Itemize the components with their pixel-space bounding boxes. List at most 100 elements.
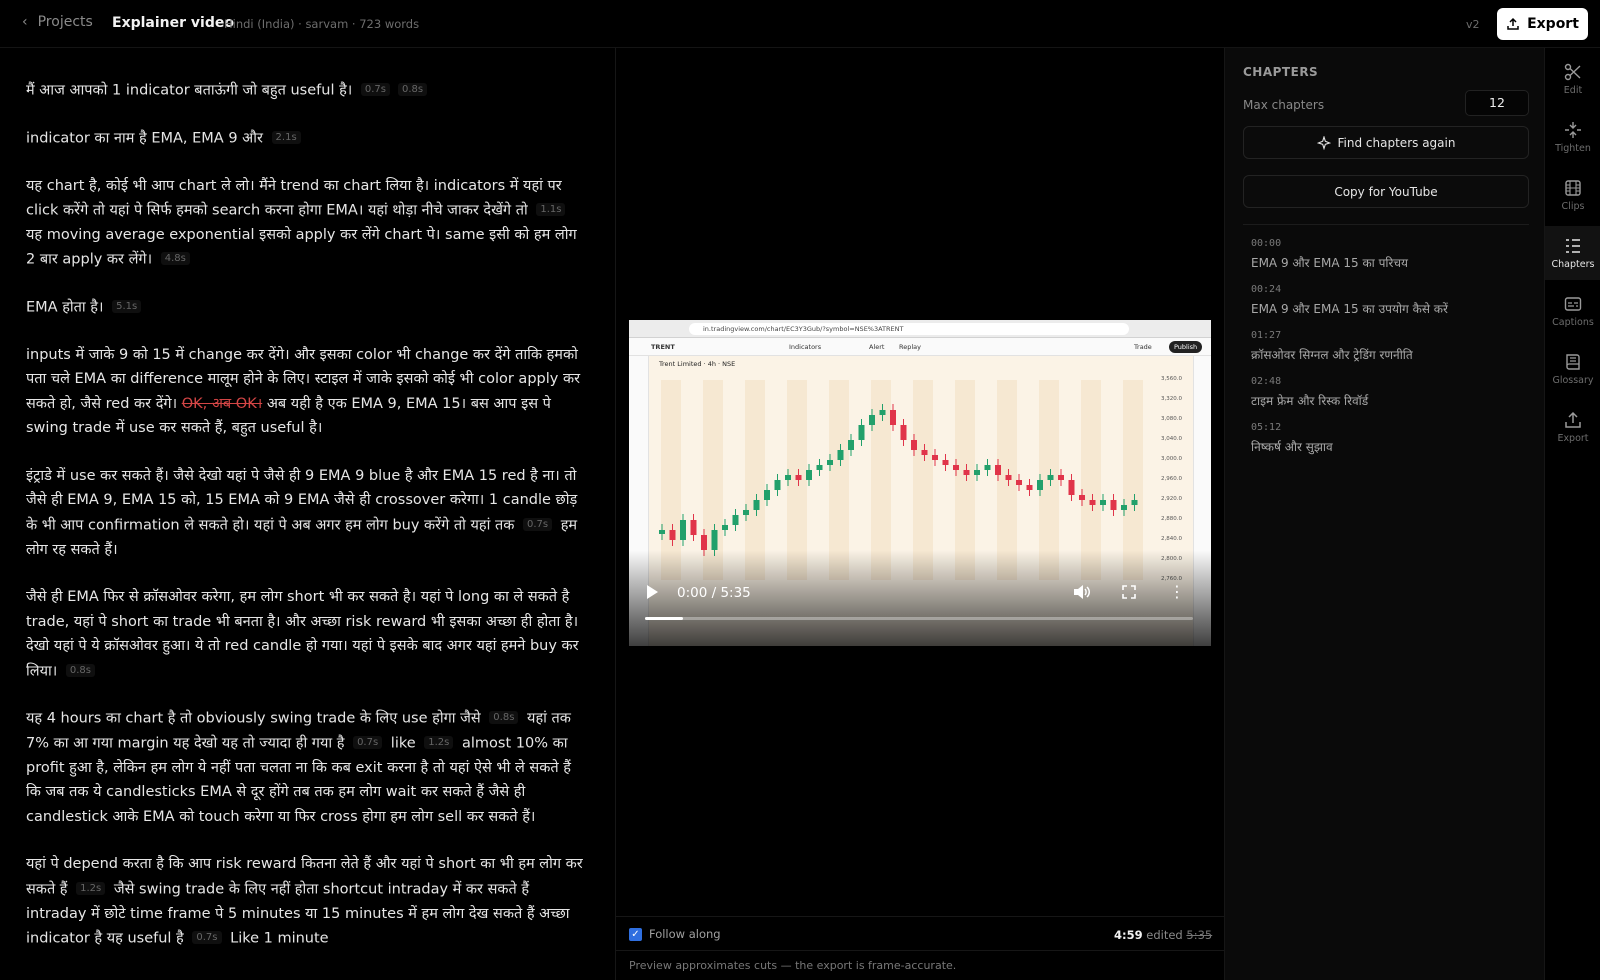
transcript-paragraph[interactable]: indicator का नाम है EMA, EMA 9 और 2.1s [26, 126, 589, 151]
progress-fill [645, 617, 684, 620]
rail-export[interactable]: Export [1545, 400, 1600, 454]
candle-body [701, 535, 707, 550]
pause-chip[interactable]: 0.7s [192, 931, 222, 944]
pause-chip[interactable]: 1.2s [424, 736, 454, 749]
pause-chip[interactable]: 0.8s [489, 711, 519, 725]
max-chapters-input[interactable]: 12 [1465, 90, 1529, 116]
transcript-text[interactable]: मैं आज आपको 1 indicator बताऊंगी जो बहुत … [26, 82, 352, 98]
chapter-title[interactable]: टाइम फ्रेम और रिस्क रिवॉर्ड [1251, 392, 1531, 409]
follow-along-toggle[interactable]: ✓ Follow along [629, 927, 721, 941]
cut-text[interactable]: OK, अब OK। [182, 396, 263, 412]
pause-chip[interactable]: 0.8s [398, 83, 428, 96]
transcript-text[interactable]: EMA होता है। [26, 299, 103, 315]
transcript-text[interactable]: like [391, 735, 416, 751]
copy-for-youtube-button[interactable]: Copy for YouTube [1243, 175, 1529, 208]
back-to-projects-link[interactable]: ‹ Projects [22, 14, 93, 30]
transcript-paragraph[interactable]: इंट्राडे में use कर सकते हैं। जैसे देखो … [26, 464, 589, 562]
rail-clips[interactable]: Clips [1545, 168, 1600, 222]
chapter-item[interactable]: 02:48 टाइम फ्रेम और रिस्क रिवॉर्ड [1251, 376, 1531, 422]
chapter-title[interactable]: EMA 9 और EMA 15 का परिचय [1251, 254, 1531, 271]
transcript-paragraph[interactable]: जैसे ही EMA फिर से क्रॉसओवर करेगा, हम लो… [26, 585, 589, 683]
tool-rail: Edit Tighten Clips Chapters Captions Glo… [1544, 48, 1600, 980]
price-tick-label: 2,880.0 [1161, 516, 1182, 522]
candle-body [984, 465, 991, 470]
export-button[interactable]: Export [1497, 8, 1588, 40]
candle-body [1110, 500, 1117, 510]
playback-progress-bar[interactable] [645, 617, 1193, 620]
version-badge[interactable]: v2 [1466, 18, 1480, 31]
pause-chip[interactable]: 0.7s [523, 517, 553, 531]
pause-chip[interactable]: 4.8s [160, 252, 190, 266]
chapter-item[interactable]: 00:24 EMA 9 और EMA 15 का उपयोग कैसे करें [1251, 284, 1531, 330]
transcript-text[interactable]: यह chart है, कोई भी आप chart ले लो। मैंन… [26, 178, 562, 219]
candle-body [669, 530, 676, 540]
transcript-text[interactable]: indicator का नाम है EMA, EMA 9 और [26, 130, 263, 146]
fullscreen-button[interactable] [1122, 584, 1136, 603]
tighten-icon [1565, 121, 1581, 138]
transcript-paragraph[interactable]: यह chart है, कोई भी आप chart ले लो। मैंन… [26, 174, 589, 273]
transcript-paragraph[interactable]: यहां पे depend करता है कि आप risk reward… [26, 852, 589, 951]
preview-footer: ✓ Follow along 4:59 edited 5:35 [616, 916, 1224, 950]
pause-chip[interactable]: 2.1s [271, 130, 301, 144]
transcript-text[interactable]: यह 4 hours का chart है तो obviously swin… [26, 711, 481, 727]
pause-chip[interactable]: 1.2s [76, 881, 106, 895]
transcript-panel[interactable]: मैं आज आपको 1 indicator बताऊंगी जो बहुत … [0, 48, 616, 980]
transcript-paragraph[interactable]: मैं आज आपको 1 indicator बताऊंगी जो बहुत … [26, 78, 589, 103]
candle-body [1005, 475, 1012, 480]
pause-chip[interactable]: 0.7s [353, 736, 383, 749]
pause-chip[interactable]: 0.8s [65, 663, 95, 677]
volume-icon [1074, 585, 1090, 599]
transcript-text[interactable]: जैसे ही EMA फिर से क्रॉसओवर करेगा, हम लो… [26, 589, 579, 679]
rail-label: Export [1557, 432, 1589, 444]
candle-body [711, 530, 718, 550]
rail-label: Chapters [1551, 258, 1595, 270]
find-chapters-again-button[interactable]: Find chapters again [1243, 126, 1529, 159]
rail-tighten[interactable]: Tighten [1545, 110, 1600, 164]
transcript-paragraph[interactable]: EMA होता है। 5.1s [26, 295, 589, 320]
play-button[interactable] [645, 584, 659, 604]
chapters-divider [1243, 224, 1529, 225]
more-options-icon[interactable]: ⋮ [1169, 582, 1185, 601]
transcript-text[interactable]: इंट्राडे में use कर सकते हैं। जैसे देखो … [26, 468, 577, 533]
candle-body [743, 510, 749, 515]
candle-body [1068, 480, 1075, 495]
rail-captions[interactable]: Captions [1545, 284, 1600, 338]
video-player[interactable]: in.tradingview.com/chart/EC3Y3Gub/?symbo… [629, 320, 1211, 646]
volume-button[interactable] [1073, 584, 1091, 604]
price-tick-label: 3,560.0 [1161, 376, 1182, 382]
pause-chip[interactable]: 1.1s [536, 203, 566, 216]
chapter-item[interactable]: 00:00 EMA 9 और EMA 15 का परिचय [1251, 238, 1531, 284]
chapter-title[interactable]: EMA 9 और EMA 15 का उपयोग कैसे करें [1251, 300, 1531, 317]
export-label: Export [1527, 16, 1579, 32]
checkbox-checked-icon[interactable]: ✓ [629, 927, 642, 941]
candle-body [942, 460, 949, 465]
transcript-text[interactable]: Like 1 minute [230, 930, 329, 946]
chapter-title[interactable]: निष्कर्ष और सुझाव [1251, 438, 1531, 455]
candle-body [858, 425, 865, 440]
pause-chip[interactable]: 0.7s [360, 83, 391, 96]
rail-label: Edit [1563, 84, 1583, 96]
project-title: Explainer video [112, 15, 234, 31]
candle-body [1037, 480, 1043, 490]
candle-body [1058, 475, 1064, 480]
chapter-item[interactable]: 01:27 क्रॉसओवर सिग्नल और ट्रेडिंग रणनीति [1251, 330, 1531, 376]
rail-edit[interactable]: Edit [1545, 52, 1600, 106]
scissors-icon [1564, 63, 1581, 80]
chapter-item[interactable]: 05:12 निष्कर्ष और सुझाव [1251, 422, 1531, 468]
chapter-title[interactable]: क्रॉसओवर सिग्नल और ट्रेडिंग रणनीति [1251, 346, 1531, 363]
candle-body [879, 410, 886, 415]
rail-chapters[interactable]: Chapters [1545, 226, 1600, 280]
candle-body [837, 450, 844, 460]
transcript-paragraph[interactable]: inputs में जाके 9 को 15 में change कर दे… [26, 343, 589, 441]
pause-chip[interactable]: 5.1s [112, 300, 142, 313]
captions-icon [1564, 296, 1582, 311]
transcript-text[interactable]: यह moving average exponential इसको apply… [26, 227, 577, 268]
chart-legend: Trent Limited · 4h · NSE [659, 360, 736, 368]
rail-glossary[interactable]: Glossary [1545, 342, 1600, 396]
price-tick-label: 3,320.0 [1161, 396, 1182, 402]
candle-body [953, 465, 959, 470]
price-tick-label: 2,960.0 [1161, 476, 1182, 482]
transcript-paragraph[interactable]: यह 4 hours का chart है तो obviously swin… [26, 706, 589, 829]
book-icon [1566, 353, 1580, 370]
player-controls: 0:00 / 5:35 ⋮ [629, 578, 1211, 608]
